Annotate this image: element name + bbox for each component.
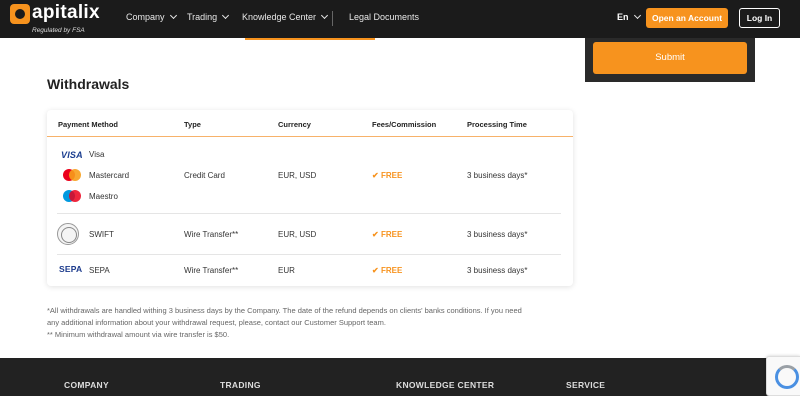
logo-regulation-text: Regulated by FSA [32, 27, 85, 34]
type-cell: Wire Transfer** [184, 266, 239, 275]
table-header: Payment Method Type Currency Fees/Commis… [47, 110, 573, 137]
withdrawals-table: Payment Method Type Currency Fees/Commis… [47, 110, 573, 286]
logo-text: apitalix [32, 2, 100, 23]
payment-method-label: SEPA [89, 266, 110, 275]
chevron-down-icon [222, 11, 230, 20]
fees-label: FREE [380, 171, 403, 180]
nav-trading-label: Trading [187, 12, 218, 22]
chevron-down-icon [321, 11, 329, 20]
swift-icon [57, 223, 79, 245]
fees-cell: ✔ FREE [372, 171, 402, 180]
open-account-button[interactable]: Open an Account [646, 8, 728, 28]
check-icon: ✔ [372, 230, 379, 239]
nav-company-label: Company [126, 12, 165, 22]
footer: COMPANY TRADING KNOWLEDGE CENTER SERVICE [0, 358, 800, 396]
column-header-type: Type [184, 120, 201, 129]
recaptcha-badge[interactable] [766, 356, 800, 396]
payment-method-label: SWIFT [89, 230, 114, 239]
capitalix-logo[interactable]: apitalix Regulated by FSA [10, 2, 110, 35]
logo-c-icon [10, 4, 30, 24]
check-icon: ✔ [372, 171, 379, 180]
processing-time-cell: 3 business days* [467, 171, 528, 180]
processing-time-cell: 3 business days* [467, 230, 528, 239]
column-header-processing-time: Processing Time [467, 120, 527, 129]
fees-label: FREE [380, 230, 403, 239]
visa-icon: VISA [61, 150, 83, 160]
footer-knowledge-center-heading: KNOWLEDGE CENTER [396, 380, 495, 390]
mastercard-icon [61, 168, 83, 182]
payment-method-label: Visa [89, 150, 105, 159]
processing-time-cell: 3 business days* [467, 266, 528, 275]
top-nav-bar: apitalix Regulated by FSA Company Tradin… [0, 0, 800, 38]
withdrawals-title: Withdrawals [47, 76, 130, 92]
nav-divider [332, 11, 333, 26]
submit-button[interactable]: Submit [593, 42, 747, 74]
language-selector[interactable]: En [617, 11, 641, 22]
currency-cell: EUR [278, 266, 295, 275]
footer-company-heading: COMPANY [64, 380, 109, 390]
nav-company[interactable]: Company [126, 11, 177, 22]
currency-cell: EUR, USD [278, 230, 317, 239]
type-cell: Credit Card [184, 171, 225, 180]
currency-cell: EUR, USD [278, 171, 317, 180]
fees-cell: ✔ FREE [372, 230, 402, 239]
chevron-down-icon [169, 11, 177, 20]
row-divider [57, 213, 561, 214]
payment-method-label: Mastercard [89, 171, 130, 180]
payment-method-label: Maestro [89, 192, 118, 201]
footer-trading-heading: TRADING [220, 380, 261, 390]
row-divider [57, 254, 561, 255]
withdrawal-note-line-2: any additional information about your wi… [47, 318, 386, 327]
withdrawal-note-line-1: *All withdrawals are handled withing 3 b… [47, 306, 522, 315]
nav-knowledge-center-label: Knowledge Center [242, 12, 317, 22]
sepa-icon: SEPA [59, 264, 83, 274]
nav-knowledge-center[interactable]: Knowledge Center [242, 11, 329, 22]
fees-label: FREE [380, 266, 403, 275]
column-header-currency: Currency [278, 120, 311, 129]
column-header-fees: Fees/Commission [372, 120, 437, 129]
footer-service-heading: SERVICE [566, 380, 606, 390]
language-label: En [617, 12, 629, 22]
orange-divider [245, 38, 375, 40]
column-header-payment-method: Payment Method [58, 120, 119, 129]
fees-cell: ✔ FREE [372, 266, 402, 275]
chevron-down-icon [633, 11, 641, 20]
withdrawal-note-line-3: ** Minimum withdrawal amount via wire tr… [47, 330, 230, 339]
type-cell: Wire Transfer** [184, 230, 239, 239]
nav-trading[interactable]: Trading [187, 11, 230, 22]
nav-legal-documents[interactable]: Legal Documents [349, 12, 419, 22]
login-button[interactable]: Log In [739, 8, 780, 28]
check-icon: ✔ [372, 266, 379, 275]
maestro-icon [61, 189, 83, 203]
